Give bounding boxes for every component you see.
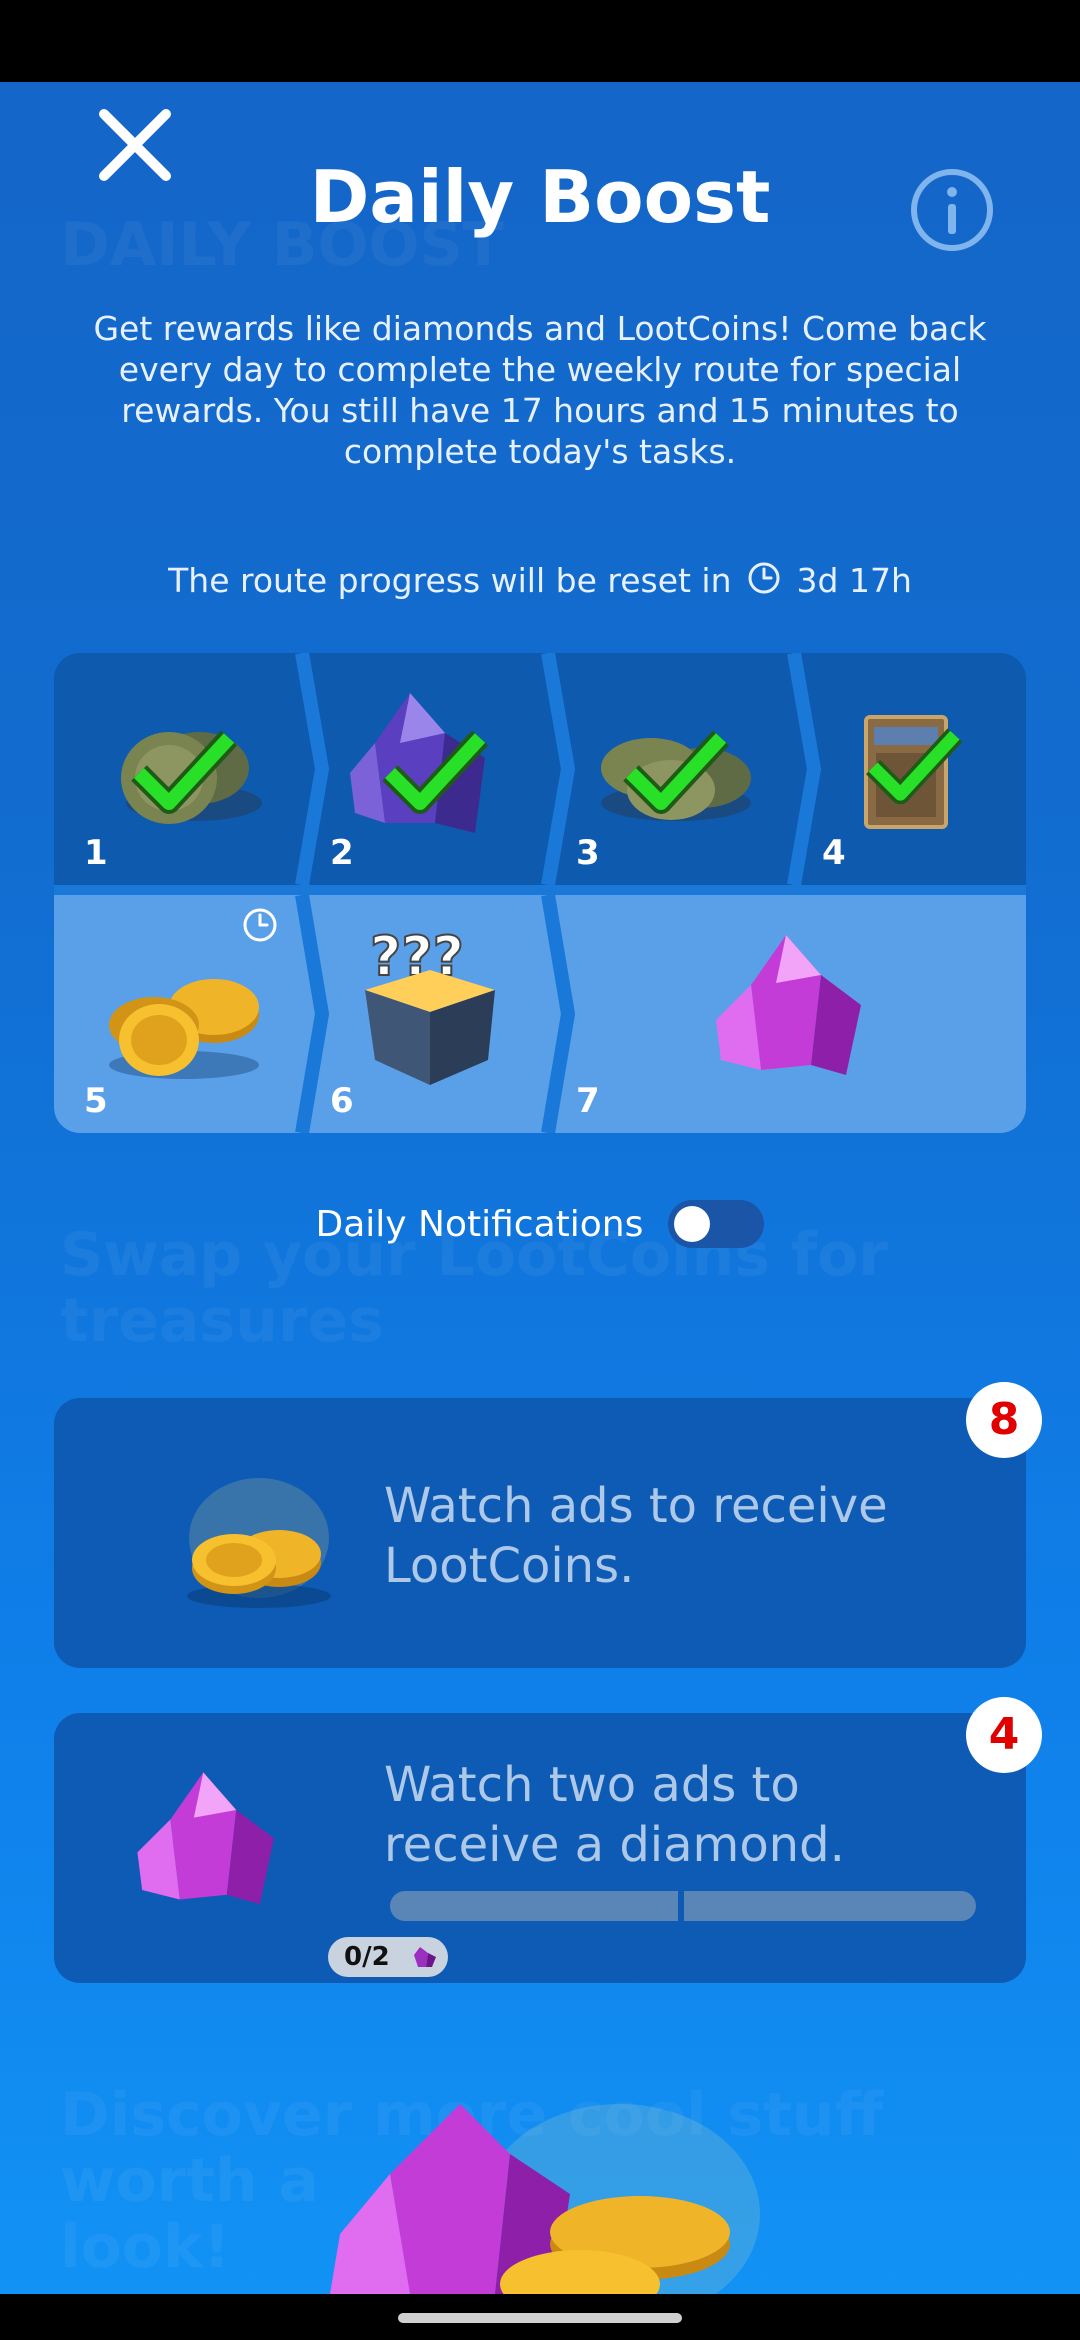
clock-icon: [243, 908, 277, 942]
day-number: 7: [576, 1081, 600, 1121]
progress-segment: [390, 1891, 678, 1921]
check-icon: [866, 728, 963, 805]
ad-progress-bar: [390, 1891, 976, 1921]
route-day-4: 4: [792, 653, 1026, 885]
clock-icon: [746, 560, 782, 604]
reset-time: 3d 17h: [796, 561, 912, 600]
check-icon: [382, 730, 489, 814]
mystery-box-icon: ???: [365, 924, 495, 1085]
task-card-diamond[interactable]: Watch two ads to receive a diamond. 0/2 …: [54, 1697, 1042, 1983]
pink-diamond-icon: [716, 935, 861, 1075]
task-card-lootcoins[interactable]: Watch ads to receive LootCoins. 8: [54, 1382, 1042, 1668]
day-number: 4: [822, 833, 846, 873]
day-number: 3: [576, 833, 600, 873]
route-day-5: 5: [54, 895, 304, 1133]
gold-coins-icon: [109, 979, 259, 1079]
description-text: Get rewards like diamonds and LootCoins!…: [93, 309, 987, 471]
task-count-badge: 8: [966, 1382, 1042, 1458]
reset-prefix: The route progress will be reset in: [168, 561, 732, 600]
route-day-2: 2: [300, 653, 550, 885]
daily-notifications-row: Daily Notifications: [0, 1200, 1080, 1260]
status-bar: [0, 0, 1080, 82]
day-number: 2: [330, 833, 354, 873]
day-number: 1: [84, 833, 108, 873]
route-day-3: 3: [546, 653, 796, 885]
weekly-route: 1 2 3 4 5 ??? 6 7: [54, 653, 1026, 1133]
treasure-illustration: [330, 2104, 760, 2294]
progress-label: 0/2: [344, 1942, 390, 1972]
home-gesture-handle[interactable]: [398, 2313, 682, 2323]
progress-segment: [684, 1891, 976, 1921]
task-text: Watch two ads to receive a diamond.: [384, 1757, 845, 1873]
route-day-7: 7: [546, 895, 1026, 1133]
check-icon: [131, 730, 238, 814]
route-day-1: 1: [54, 653, 304, 885]
check-icon: [623, 730, 730, 814]
route-day-6: ??? 6: [300, 895, 550, 1133]
reset-info: The route progress will be reset in 3d 1…: [0, 560, 1080, 604]
diamond-mini-icon: [414, 1947, 436, 1967]
day-number: 6: [330, 1081, 354, 1121]
pink-diamond-icon: [137, 1772, 274, 1905]
daily-notifications-label: Daily Notifications: [315, 1203, 644, 1245]
toggle-knob: [674, 1206, 711, 1242]
task-text: Watch ads to receive LootCoins.: [384, 1478, 888, 1594]
daily-notifications-toggle[interactable]: [668, 1200, 765, 1248]
day-number: 5: [84, 1081, 108, 1121]
page-title: Daily Boost: [309, 155, 771, 239]
gold-coins-icon: [187, 1478, 331, 1608]
task-count-badge: 4: [966, 1697, 1042, 1773]
progress-pill: 0/2: [328, 1937, 448, 1977]
